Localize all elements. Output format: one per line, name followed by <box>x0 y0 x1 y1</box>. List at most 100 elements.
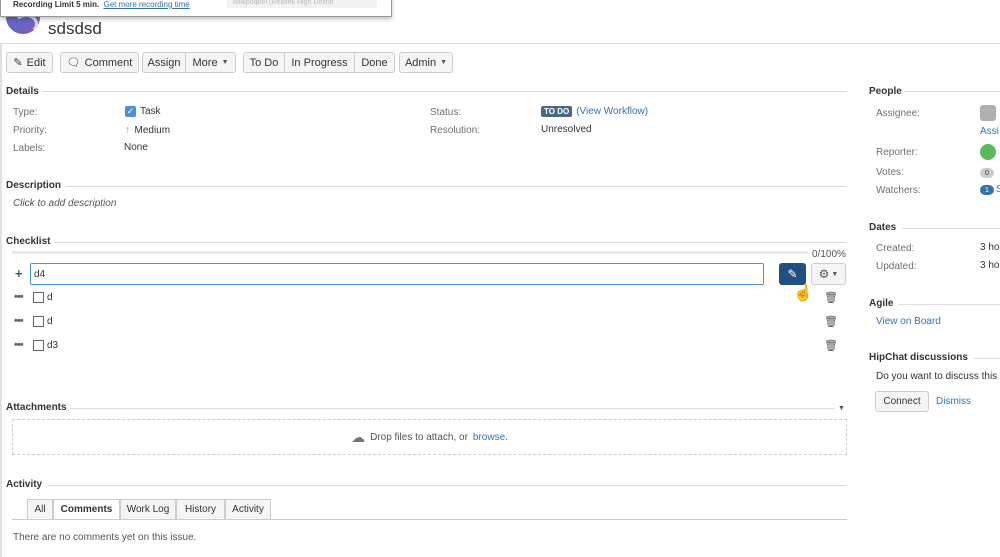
reporter-label: Reporter: <box>876 147 918 158</box>
drag-handle-icon[interactable]: ••• <box>14 315 24 327</box>
created-label: Created: <box>876 243 915 254</box>
activity-heading[interactable]: Activity <box>6 479 42 490</box>
cloud-upload-icon: ☁ <box>351 428 366 445</box>
checklist-item-text[interactable]: d3 <box>47 340 58 351</box>
edit-button-label: Edit <box>26 56 46 69</box>
no-comments-text: There are no comments yet on this issue. <box>13 532 197 543</box>
votes-label: Votes: <box>876 167 904 178</box>
checklist-item-text[interactable]: d <box>47 292 53 303</box>
priority-value-text: Medium <box>134 124 171 136</box>
type-label: Type: <box>13 107 38 118</box>
tab-history[interactable]: History <box>176 499 225 520</box>
view-workflow-link[interactable]: (View Workflow) <box>576 106 648 117</box>
tab-work-log[interactable]: Work Log <box>120 499 176 520</box>
attachment-dropzone[interactable]: ☁ Drop files to attach, or browse. <box>12 419 847 455</box>
issue-header: sdsdsd Recording Limit 5 min. Get more r… <box>0 0 1000 44</box>
priority-value: ↑ Medium <box>125 124 170 136</box>
people-heading[interactable]: People <box>869 86 902 97</box>
assign-button[interactable]: Assign <box>142 52 186 73</box>
details-heading[interactable]: Details <box>6 86 39 97</box>
pencil-icon: ✎ <box>787 267 798 281</box>
labels-value: None <box>124 142 148 153</box>
chevron-down-icon[interactable]: ▼ <box>838 405 845 412</box>
left-border <box>0 44 2 557</box>
description-divider <box>65 186 847 187</box>
agile-divider <box>899 304 1000 305</box>
issue-title[interactable]: sdsdsd <box>48 19 102 39</box>
drag-handle-icon[interactable]: ••• <box>14 339 24 351</box>
trash-icon[interactable]: 🗑 <box>824 315 838 328</box>
checklist-progress-text: 0/100% <box>812 249 846 260</box>
priority-label: Priority: <box>13 125 47 136</box>
pencil-icon: ✎ <box>13 57 23 69</box>
dates-heading[interactable]: Dates <box>869 222 896 233</box>
tab-comments[interactable]: Comments <box>53 499 120 520</box>
hipchat-heading[interactable]: HipChat discussions <box>869 352 968 363</box>
votes-badge[interactable]: 0 <box>980 168 994 178</box>
watchers-badge[interactable]: 1 <box>980 185 994 195</box>
tab-all[interactable]: All <box>27 499 53 520</box>
checklist-item-text[interactable]: d <box>47 316 53 327</box>
comment-button[interactable]: 🗨 Comment <box>60 52 139 73</box>
resolution-label: Resolution: <box>430 125 481 136</box>
attachments-heading[interactable]: Attachments <box>6 402 67 413</box>
checklist-divider <box>54 242 847 243</box>
admin-button-label: Admin <box>404 56 437 69</box>
checklist-checkbox[interactable] <box>33 292 44 303</box>
in-progress-button-label: In Progress <box>291 56 348 69</box>
edit-button[interactable]: ✎ Edit <box>6 52 53 73</box>
checklist-checkbox[interactable] <box>33 340 44 351</box>
checklist-item: ••• d 🗑 <box>14 291 838 305</box>
todo-button[interactable]: To Do <box>243 52 285 73</box>
type-value: ✓ Task <box>125 106 161 117</box>
microphone-select[interactable]: Микрофон (Realtek High Definit <box>227 0 377 8</box>
in-progress-button[interactable]: In Progress <box>285 52 355 73</box>
tab-activity[interactable]: Activity <box>225 499 271 520</box>
assign-to-me-link[interactable]: Assi <box>980 126 999 137</box>
checklist-progress-bar <box>12 251 808 254</box>
people-divider <box>904 91 1000 92</box>
drop-text: Drop files to attach, or <box>370 431 468 443</box>
dismiss-link[interactable]: Dismiss <box>936 396 971 407</box>
checklist-heading[interactable]: Checklist <box>6 236 50 247</box>
gear-icon: ⚙ <box>818 267 830 281</box>
chevron-down-icon: ▼ <box>221 59 229 66</box>
attachments-divider <box>70 408 835 409</box>
done-button-label: Done <box>361 56 388 69</box>
recording-upgrade-link[interactable]: Get more recording time <box>103 0 189 9</box>
created-value: 3 ho <box>980 242 1000 253</box>
labels-label: Labels: <box>13 143 46 154</box>
updated-label: Updated: <box>876 261 917 272</box>
assignee-avatar[interactable] <box>980 105 996 121</box>
status-lozenge: TO DO <box>541 106 573 117</box>
checklist-settings-button[interactable]: ⚙ ▼ <box>811 263 846 285</box>
trash-icon[interactable]: 🗑 <box>824 339 838 352</box>
hipchat-question: Do you want to discuss this <box>876 371 998 382</box>
details-divider <box>42 91 847 92</box>
assignee-label: Assignee: <box>876 108 920 119</box>
save-item-button[interactable]: ✎ <box>779 263 806 285</box>
comment-button-label: Comment <box>84 56 133 69</box>
status-label: Status: <box>430 107 462 118</box>
checklist-item-input[interactable] <box>30 263 764 285</box>
recording-popup: Recording Limit 5 min. Get more recordin… <box>0 0 392 17</box>
todo-button-label: To Do <box>249 56 279 69</box>
admin-button[interactable]: Admin ▼ <box>399 52 453 73</box>
more-button[interactable]: More ▼ <box>186 52 236 73</box>
resolution-value: Unresolved <box>541 124 592 135</box>
description-heading[interactable]: Description <box>6 180 61 191</box>
trash-icon[interactable]: 🗑 <box>824 291 838 304</box>
connect-button[interactable]: Connect <box>875 391 929 412</box>
description-placeholder[interactable]: Click to add description <box>13 198 116 209</box>
reporter-avatar[interactable] <box>980 144 996 160</box>
checklist-checkbox[interactable] <box>33 316 44 327</box>
done-button[interactable]: Done <box>355 52 395 73</box>
view-on-board-link[interactable]: View on Board <box>876 316 941 327</box>
browse-link[interactable]: browse. <box>473 432 508 443</box>
agile-heading[interactable]: Agile <box>869 298 893 309</box>
comment-icon: 🗨 <box>66 57 81 69</box>
task-icon: ✓ <box>125 106 136 117</box>
hipchat-divider <box>974 358 1000 359</box>
watch-link[interactable]: S <box>996 184 1000 195</box>
drag-handle-icon[interactable]: ••• <box>14 291 24 303</box>
